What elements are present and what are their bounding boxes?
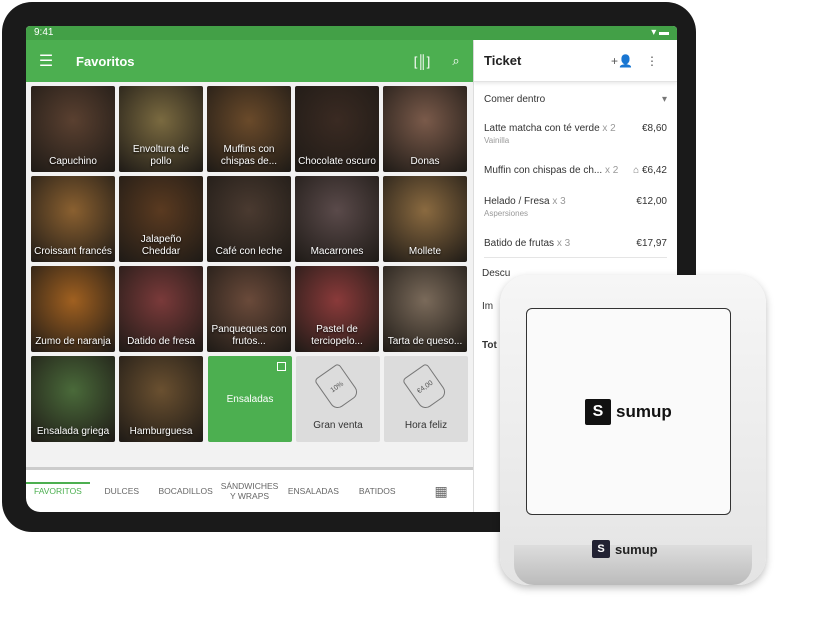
tag-value: 10% [329, 380, 345, 394]
item-price: €12,00 [636, 196, 667, 207]
tab-batidos[interactable]: BATIDOS [345, 486, 409, 496]
item-name: Batido de frutas [484, 238, 555, 249]
item-name: Latte matcha con té verde [484, 123, 600, 134]
tax-label: Im [482, 301, 494, 312]
product-tile[interactable]: Datido de fresa [119, 266, 203, 352]
status-bar: 9:41 ▾ ▬ [26, 26, 677, 40]
product-tile[interactable]: Hamburguesa [119, 356, 203, 442]
tab-dulces[interactable]: DULCES [90, 486, 154, 496]
tile-label: Zumo de naranja [35, 336, 111, 347]
tile-gran-venta[interactable]: 10% Gran venta [296, 356, 380, 442]
tile-label: Datido de fresa [127, 336, 195, 347]
product-tile[interactable]: Donas [383, 86, 467, 172]
tag-value: €4,00 [415, 379, 435, 395]
page-title: Favoritos [76, 53, 135, 69]
product-tile[interactable]: Envoltura de pollo [119, 86, 203, 172]
ticket-item[interactable]: Latte matcha con té verde x 2 Vainilla €8,… [474, 123, 677, 145]
tile-label: Café con leche [215, 246, 283, 257]
brand-text: sumup [615, 541, 658, 557]
tile-label: Croissant francés [34, 246, 112, 257]
dining-option-select[interactable]: Comer dentro ▾ [474, 94, 677, 105]
wifi-battery-icons: ▾ ▬ [651, 27, 669, 38]
tab-bocadillos[interactable]: BOCADILLOS [154, 486, 218, 496]
item-name: Helado / Fresa [484, 196, 550, 207]
tile-label: Hora feliz [404, 420, 448, 431]
item-name: Muffin con chispas de ch... [484, 165, 603, 176]
tab-ensaladas[interactable]: ENSALADAS [281, 486, 345, 496]
tile-label: Mollete [408, 246, 442, 257]
divider [484, 257, 667, 258]
ticket-item[interactable]: Muffin con chispas de ch... x 2 ⌂ €6,42 [474, 165, 677, 176]
more-vert-icon[interactable]: ⋮ [637, 54, 667, 68]
tile-label: Jalapeño Cheddar [140, 234, 182, 257]
product-tile[interactable]: Mollete [383, 176, 467, 262]
hamburger-icon[interactable]: ☰ [26, 51, 66, 71]
tag-icon: €4,00 [401, 362, 449, 412]
tab-favoritos[interactable]: FAVORITOS [26, 482, 90, 496]
product-tile[interactable]: Croissant francés [31, 176, 115, 262]
product-tile[interactable]: Zumo de naranja [31, 266, 115, 352]
item-modifier: Vainilla [484, 136, 510, 145]
dining-option: Comer dentro [484, 94, 546, 105]
tab-sándwiches-y-wraps[interactable]: SÁNDWICHES Y WRAPS [218, 481, 282, 501]
discount-tag-icon: ⌂ [633, 165, 642, 176]
item-qty: x 3 [552, 196, 566, 207]
reader-display: Ssumup [526, 308, 731, 515]
product-tile[interactable]: Muffins con chispas de... [207, 86, 291, 172]
product-tile[interactable]: Pastel de terciopelo... [295, 266, 379, 352]
category-tabs: FAVORITOS DULCES BOCADILLOS SÁNDWICHES Y WR… [26, 467, 473, 512]
sumup-logo: Ssumup [585, 399, 672, 425]
search-icon[interactable]: ⌕ [439, 53, 473, 69]
tile-hora-feliz[interactable]: €4,00 Hora feliz [384, 356, 468, 442]
ticket-item[interactable]: Batido de frutas x 3 €17,97 [474, 238, 677, 249]
tile-label: Ensaladas [226, 394, 274, 405]
tile-label: Panqueques con frutos... [211, 324, 287, 347]
tile-ensaladas[interactable]: Ensaladas [208, 356, 292, 442]
sumup-logo-bottom: Ssumup [592, 540, 658, 558]
copy-icon [277, 362, 286, 371]
ticket-title: Ticket [484, 53, 522, 68]
product-tile[interactable]: Macarrones [295, 176, 379, 262]
product-tile[interactable]: Jalapeño Cheddar [119, 176, 203, 262]
item-qty: x 2 [605, 165, 619, 176]
product-tile[interactable]: Chocolate oscuro [295, 86, 379, 172]
tile-label: Ensalada griega [36, 426, 110, 437]
item-price: €8,60 [641, 123, 667, 134]
tile-label: Gran venta [313, 420, 363, 431]
chevron-down-icon: ▾ [661, 94, 667, 105]
total-label: Tot [482, 340, 497, 351]
tile-label: Capuchino [49, 156, 97, 167]
app-bar: ☰ Favoritos [║] ⌕ [26, 40, 473, 82]
tile-label: Envoltura de pollo [132, 144, 190, 167]
tile-label: Hamburguesa [129, 426, 193, 437]
item-qty: x 2 [602, 123, 616, 134]
brand-text: sumup [616, 402, 672, 421]
product-tile[interactable]: Capuchino [31, 86, 115, 172]
add-person-icon[interactable]: +👤 [607, 54, 637, 68]
barcode-scan-icon[interactable]: [║] [405, 54, 439, 69]
product-tile[interactable]: Panqueques con frutos... [207, 266, 291, 352]
tile-label: Pastel de terciopelo... [311, 324, 363, 347]
tile-label: Muffins con chispas de... [220, 144, 278, 167]
ticket-item[interactable]: Helado / Fresa x 3 Aspersiones €12,00 [474, 196, 677, 218]
tag-icon: 10% [313, 362, 361, 412]
item-modifier: Aspersiones [484, 209, 529, 218]
item-price: €6,42 [641, 165, 667, 176]
tile-label: Donas [410, 156, 440, 167]
discount-label: Descu [482, 268, 511, 279]
card-reader: Ssumup Ssumup [500, 275, 766, 585]
tile-label: Tarta de queso... [387, 336, 463, 347]
product-tile[interactable]: Tarta de queso... [383, 266, 467, 352]
product-grid: Ensaladas 10% Gran venta €4,00 Hora feliz … [26, 82, 473, 467]
item-price: €17,97 [636, 238, 667, 249]
product-tile[interactable]: Café con leche [207, 176, 291, 262]
grid-icon[interactable]: ▦ [409, 484, 473, 498]
tile-label: Chocolate oscuro [298, 156, 376, 167]
product-tile[interactable]: Ensalada griega [31, 356, 115, 442]
status-time: 9:41 [34, 27, 54, 38]
tile-label: Macarrones [310, 246, 364, 257]
item-qty: x 3 [556, 238, 571, 249]
